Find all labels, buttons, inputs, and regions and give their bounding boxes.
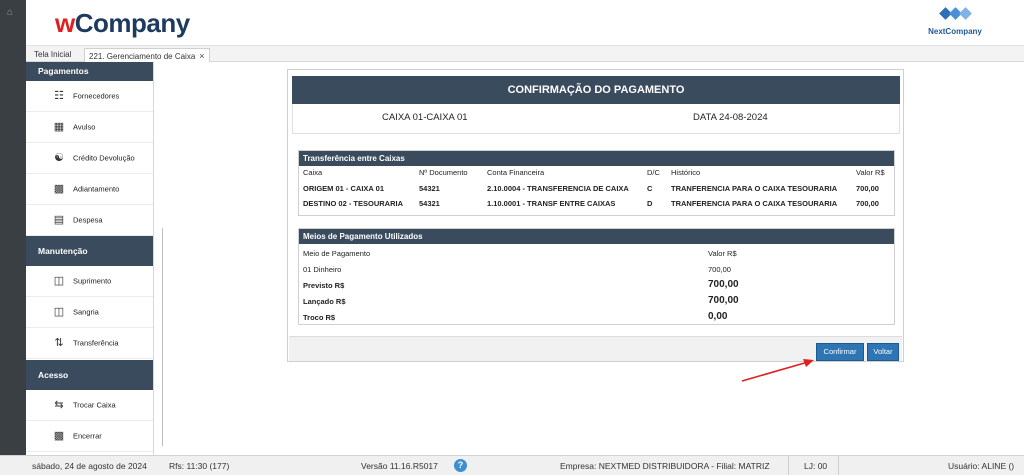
back-button[interactable]: Voltar [867, 343, 899, 361]
transfer-arrows-icon: ⇅ [54, 337, 64, 349]
status-date: sábado, 24 de agosto de 2024 [32, 461, 147, 471]
sidebar-item-fornecedores[interactable]: ☷ Fornecedores [26, 81, 153, 112]
status-bar: sábado, 24 de agosto de 2024 Rfs: 11:30 … [0, 455, 1024, 475]
money-hand-icon: ☯ [54, 152, 64, 164]
left-rail: ⌂ [0, 0, 26, 475]
expense-icon: ▤ [53, 214, 65, 226]
home-icon[interactable]: ⌂ [7, 7, 13, 18]
tab-home[interactable]: Tela Inicial [30, 48, 75, 62]
method-column-header: Meio de Pagamento [303, 249, 371, 258]
sidebar-item-despesa[interactable]: ▤ Despesa [26, 205, 153, 236]
table-row: DESTINO 02 - TESOURARIA 54321 1.10.0001 … [303, 199, 879, 208]
payment-section-title: Meios de Pagamento Utilizados [299, 229, 894, 244]
close-tab-icon[interactable]: × [199, 51, 204, 61]
date-label: DATA 24-08-2024 [693, 112, 768, 123]
cash-register-icon: ◫ [53, 306, 65, 318]
sidebar-item-encerrar[interactable]: ▩ Encerrar [26, 421, 153, 452]
sidebar: Pagamentos ☷ Fornecedores ▦ Avulso ☯ Cré… [26, 62, 154, 455]
lancado-value: 700,00 [708, 295, 739, 306]
annotation-arrow-icon [741, 359, 814, 382]
troco-value: 0,00 [708, 311, 728, 322]
table-row: ORIGEM 01 - CAIXA 01 54321 2.10.0004 - T… [303, 184, 879, 193]
document-grid-icon: ▦ [53, 121, 65, 133]
scroll-divider[interactable] [162, 228, 163, 446]
tab-bar: Tela Inicial 221. Gerenciamento de Caixa… [26, 46, 1024, 62]
sidebar-item-adiantamento[interactable]: ▩ Adiantamento [26, 174, 153, 205]
lancado-label: Lançado R$ [303, 297, 346, 306]
status-lj: LJ: 00 [804, 461, 828, 471]
transfer-table-header: Caixa Nº Documento Conta Financeira D/C … [303, 168, 885, 177]
sidebar-section-pagamentos[interactable]: Pagamentos [26, 62, 153, 81]
status-version: Versão 11.16.R5017 [361, 461, 438, 471]
payment-methods-section: Meios de Pagamento Utilizados Meio de Pa… [298, 228, 895, 325]
value-column-header: Valor R$ [708, 249, 737, 258]
sidebar-item-suprimento[interactable]: ◫ Suprimento [26, 266, 153, 297]
status-rfs: Rfs: 11:30 (177) [169, 461, 230, 471]
swap-icon: ⇆ [54, 399, 64, 411]
tab-cash-management[interactable]: 221. Gerenciamento de Caixa × [84, 48, 210, 62]
sidebar-section-acesso[interactable]: Acesso [26, 360, 153, 390]
sidebar-item-sangria[interactable]: ◫ Sangria [26, 297, 153, 328]
sidebar-item-transferencia[interactable]: ⇅ Transferência [26, 328, 153, 359]
supplier-icon: ☷ [54, 90, 64, 102]
app-header: wCompany NextCompany [26, 0, 1024, 46]
caixa-label: CAIXA 01-CAIXA 01 [382, 112, 468, 123]
advance-icon: ▩ [53, 183, 65, 195]
sidebar-item-trocar-caixa[interactable]: ⇆ Trocar Caixa [26, 390, 153, 421]
payment-confirmation-panel: CONFIRMAÇÃO DO PAGAMENTO CAIXA 01-CAIXA … [287, 69, 904, 362]
transfer-section: Transferência entre Caixas Caixa Nº Docu… [298, 150, 895, 216]
payment-method: 01 Dinheiro [303, 265, 342, 274]
close-register-icon: ▩ [53, 430, 65, 442]
transfer-section-title: Transferência entre Caixas [299, 151, 894, 166]
sidebar-item-credito-devolucao[interactable]: ☯ Crédito Devolução [26, 143, 153, 174]
previsto-label: Previsto R$ [303, 281, 345, 290]
confirm-button[interactable]: Confirmar [816, 343, 864, 361]
cash-register-icon: ◫ [53, 275, 65, 287]
company-logo: wCompany [55, 8, 190, 38]
help-icon[interactable]: ? [454, 459, 467, 472]
troco-label: Troco R$ [303, 313, 336, 322]
status-divider [838, 456, 839, 475]
sidebar-item-avulso[interactable]: ▦ Avulso [26, 112, 153, 143]
status-company: Empresa: NEXTMED DISTRIBUIDORA - Filial:… [560, 461, 770, 471]
diamonds-icon [938, 6, 972, 24]
payment-method-value: 700,00 [708, 265, 731, 274]
panel-info: CAIXA 01-CAIXA 01 DATA 24-08-2024 [292, 104, 900, 134]
panel-title: CONFIRMAÇÃO DO PAGAMENTO [292, 76, 900, 104]
partner-logo: NextCompany [920, 6, 990, 36]
status-user: Usuário: ALINE () [948, 461, 1015, 471]
sidebar-section-manutencao[interactable]: Manutenção [26, 236, 153, 266]
previsto-value: 700,00 [708, 279, 739, 290]
status-divider [788, 456, 789, 475]
